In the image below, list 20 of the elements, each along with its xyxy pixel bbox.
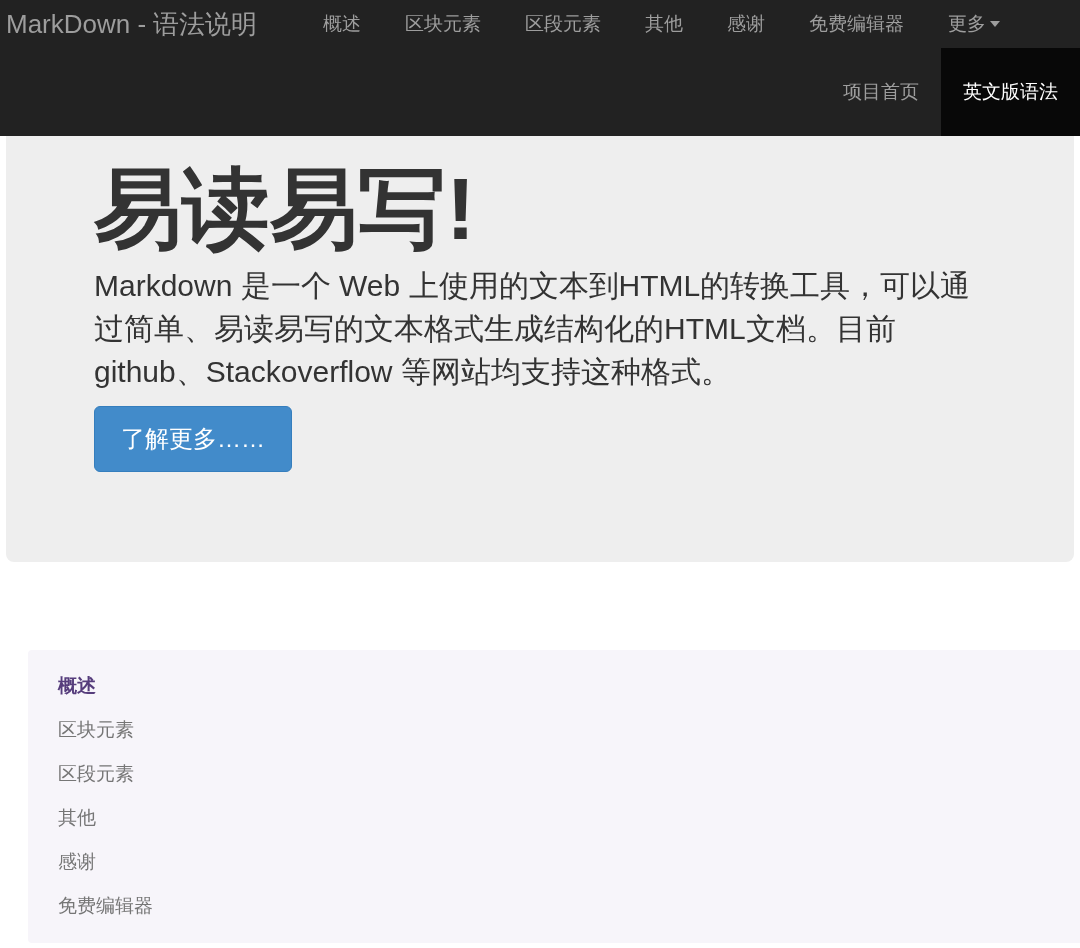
sidenav-link[interactable]: 区段元素 — [58, 760, 134, 804]
nav-link[interactable]: 免费编辑器 — [787, 9, 926, 39]
dropdown-toggle[interactable]: 更多 — [926, 9, 1022, 39]
nav-link[interactable]: 概述 — [301, 9, 383, 39]
sidenav-link[interactable]: 其他 — [58, 804, 96, 848]
sidenav-link[interactable]: 免费编辑器 — [58, 892, 153, 936]
nav-link[interactable]: 感谢 — [705, 9, 787, 39]
nav-link[interactable]: 项目首页 — [821, 48, 941, 136]
jumbotron-paragraph: Markdown 是一个 Web 上使用的文本到HTML的转换工具，可以通过简单、易读易写的文本格式生成结构化的HTML文档。目前 github、Stackoverflow 等网站均支持这种格式。 — [94, 268, 972, 390]
caret-icon — [990, 21, 1000, 27]
learn-more-button[interactable]: 了解更多…… — [94, 406, 292, 472]
nav-link[interactable]: 英文版语法 — [941, 48, 1080, 136]
nav-link[interactable]: 其他 — [623, 9, 705, 39]
sidenav-link[interactable]: 区块元素 — [58, 716, 134, 760]
brand-link[interactable]: MarkDown - 语法说明 — [0, 4, 301, 44]
nav-link[interactable]: 区段元素 — [503, 9, 623, 39]
nav-link[interactable]: 区块元素 — [383, 9, 503, 39]
sidenav-link[interactable]: 概述 — [58, 672, 96, 716]
jumbotron-heading: 易读易写! — [94, 158, 477, 260]
sidenav-link[interactable]: 感谢 — [58, 848, 96, 892]
